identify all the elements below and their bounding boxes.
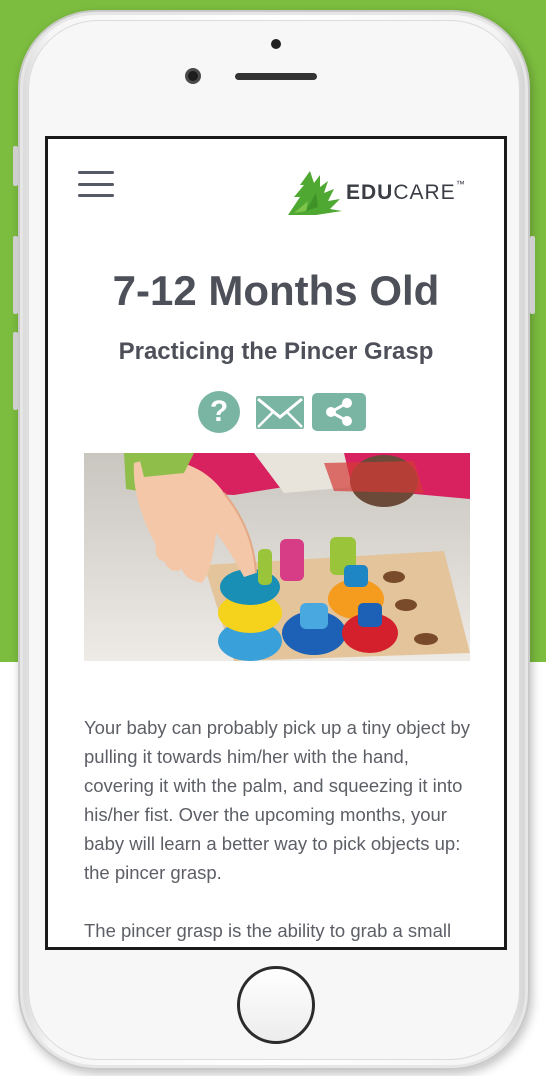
question-mark-icon[interactable]: ? <box>198 391 240 433</box>
proximity-sensor <box>271 39 281 49</box>
hero-image <box>84 453 470 661</box>
volume-up-button <box>13 236 18 314</box>
article-paragraph: The pincer grasp is the ability to grab … <box>84 920 452 941</box>
logo-text-regular: CARE <box>393 181 456 204</box>
hamburger-menu-icon[interactable] <box>78 171 114 197</box>
share-icon[interactable] <box>312 393 366 431</box>
logo-trademark: ™ <box>455 179 466 189</box>
home-button[interactable] <box>237 966 315 1044</box>
green-leaf-logo-icon <box>288 171 342 215</box>
phone-screen: EDUCARE™ 7-12 Months Old Practicing the … <box>45 136 507 950</box>
educare-logo[interactable]: EDUCARE™ <box>286 167 486 219</box>
page-title: 7-12 Months Old <box>112 267 440 314</box>
article-body: Your baby can probably pick up a tiny ob… <box>84 713 474 947</box>
volume-down-button <box>13 332 18 410</box>
article-paragraph: Your baby can probably pick up a tiny ob… <box>84 717 471 883</box>
action-buttons: ? <box>198 391 368 433</box>
logo-wordmark: EDUCARE™ <box>346 179 466 205</box>
logo-text-bold: EDU <box>346 181 394 204</box>
front-camera <box>185 68 201 84</box>
mute-switch <box>13 146 18 186</box>
envelope-icon[interactable] <box>255 395 305 430</box>
power-button <box>530 236 535 314</box>
page-subtitle: Practicing the Pincer Grasp <box>118 338 434 365</box>
earpiece-speaker <box>235 73 317 80</box>
